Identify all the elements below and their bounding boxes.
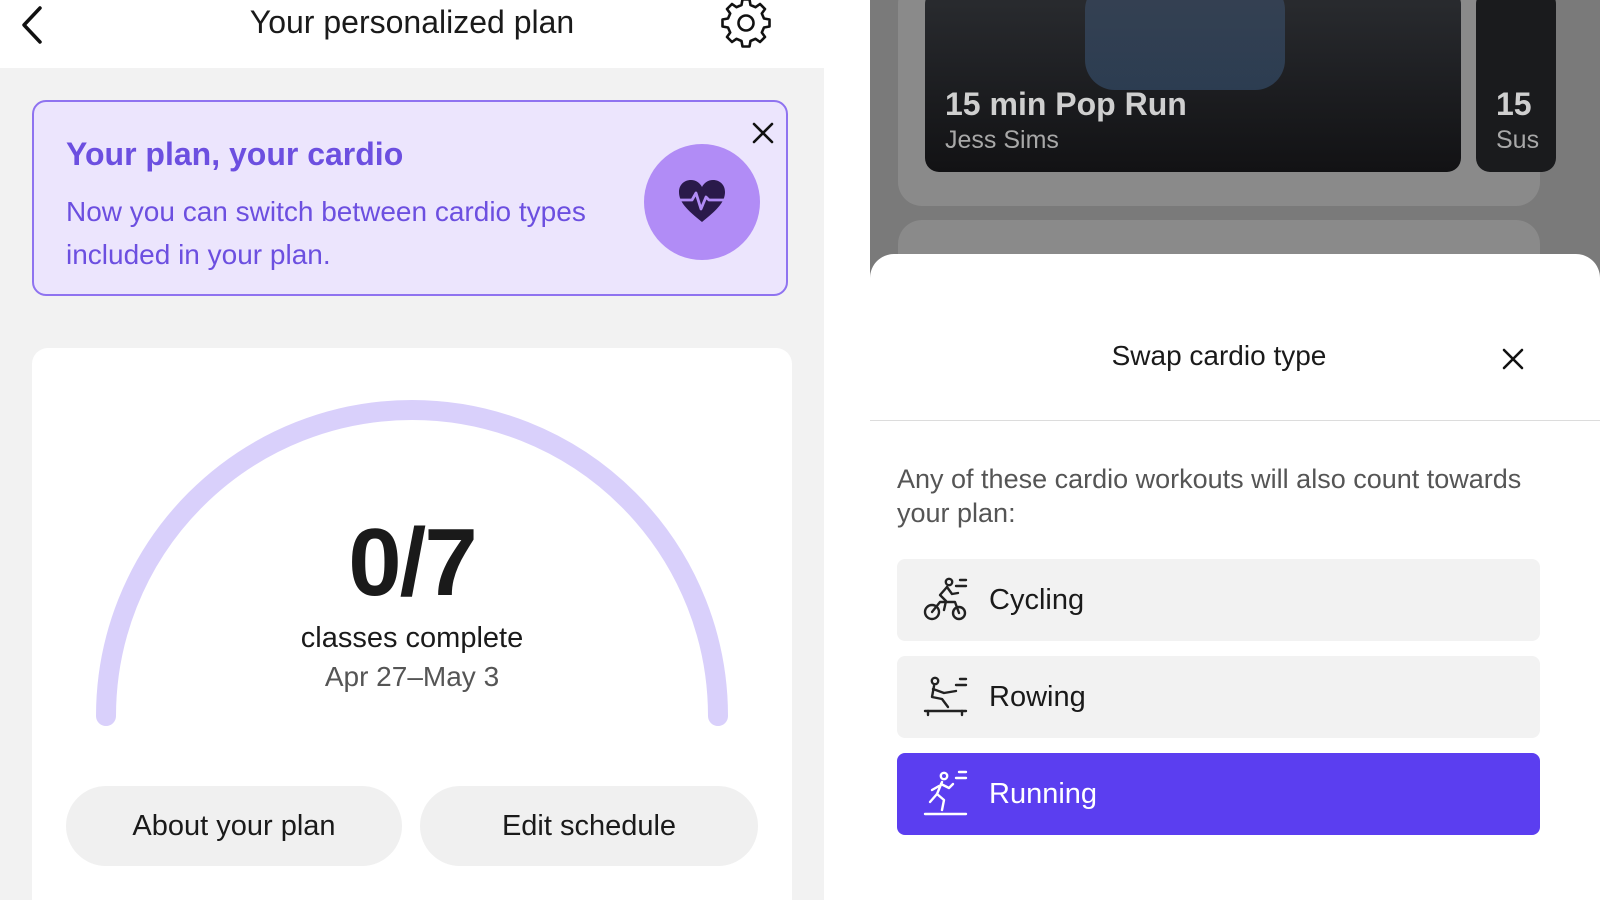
- close-icon[interactable]: [1498, 344, 1528, 374]
- close-icon[interactable]: [748, 118, 778, 148]
- class-instructor: Sus: [1496, 126, 1540, 154]
- swap-cardio-sheet: Swap cardio type Any of these cardio wor…: [870, 254, 1600, 900]
- class-thumbnail: [1085, 0, 1285, 90]
- class-card[interactable]: 15 min Pop Run Jess Sims: [925, 0, 1461, 172]
- option-cycling[interactable]: Cycling: [897, 559, 1540, 641]
- gear-icon[interactable]: [718, 0, 774, 50]
- cardio-banner: Your plan, your cardio Now you can switc…: [32, 100, 788, 296]
- option-label: Running: [989, 777, 1098, 810]
- heart-pulse-icon: [644, 144, 760, 260]
- class-title: 15 min Pop Run: [945, 86, 1187, 122]
- cycling-icon: [923, 577, 968, 621]
- banner-body: Now you can switch between cardio types …: [66, 196, 586, 270]
- option-rowing[interactable]: Rowing: [897, 656, 1540, 738]
- sheet-title: Swap cardio type: [1111, 340, 1327, 371]
- plan-screen: Your personalized plan Your plan, your c…: [0, 0, 824, 900]
- date-range: Apr 27–May 3: [324, 661, 500, 692]
- sheet-description: Any of these cardio workouts will also c…: [897, 464, 1522, 528]
- option-label: Cycling: [989, 583, 1085, 616]
- running-icon: [923, 770, 968, 816]
- progress-label: classes complete: [300, 622, 524, 654]
- rowing-icon: [923, 676, 968, 717]
- divider: [870, 420, 1600, 421]
- edit-schedule-button[interactable]: Edit schedule: [420, 786, 758, 866]
- option-running[interactable]: Running: [897, 753, 1540, 835]
- page-title: Your personalized plan: [249, 4, 575, 40]
- option-label: Rowing: [989, 680, 1086, 713]
- class-instructor: Jess Sims: [945, 126, 1059, 154]
- about-plan-button[interactable]: About your plan: [66, 786, 402, 866]
- class-card-peek[interactable]: 15 Sus: [1476, 0, 1556, 172]
- class-title: 15: [1496, 86, 1532, 122]
- progress-card: 0/7 classes complete Apr 27–May 3 About …: [32, 348, 792, 900]
- swap-screen: 15 min Pop Run Jess Sims 15 Sus Swap car…: [870, 0, 1600, 900]
- top-bar: Your personalized plan: [0, 0, 824, 68]
- progress-count: 0/7: [348, 509, 477, 616]
- banner-title: Your plan, your cardio: [66, 136, 404, 172]
